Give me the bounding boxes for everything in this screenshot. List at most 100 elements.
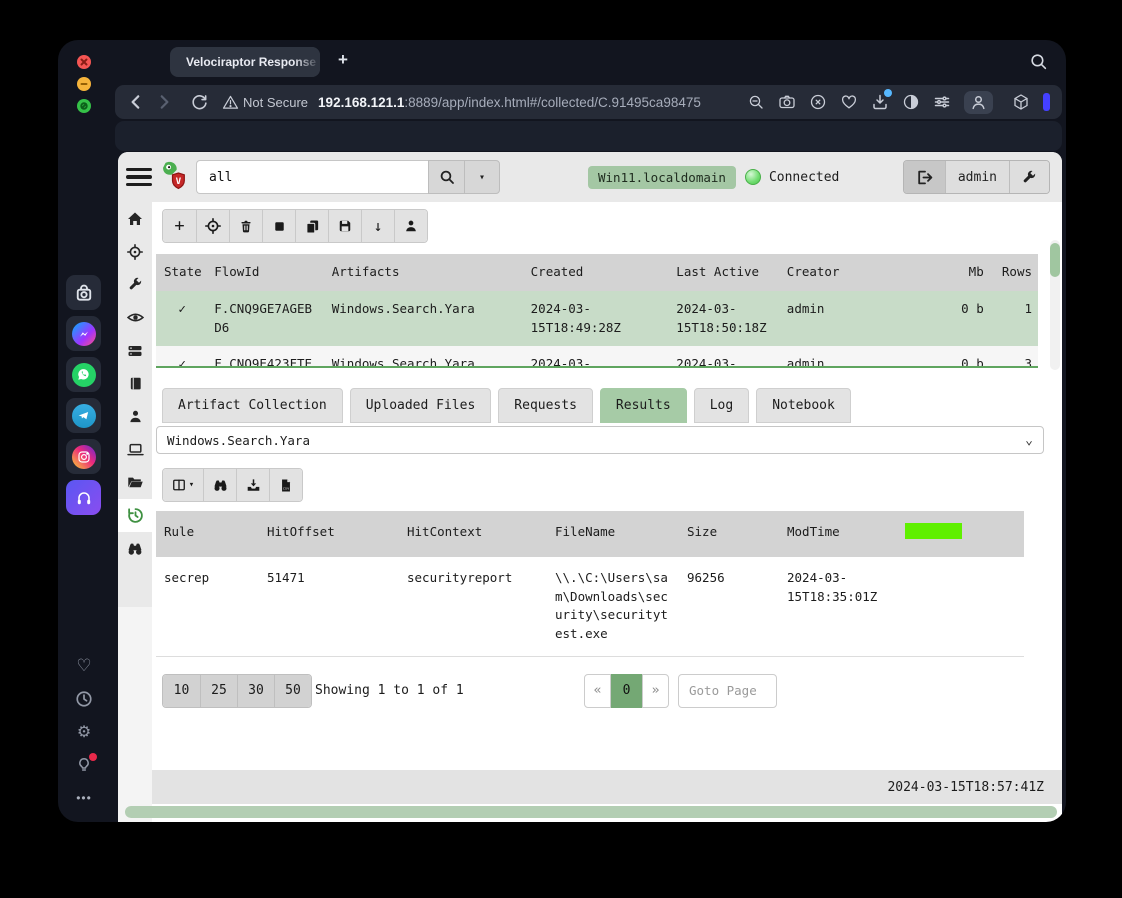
tab-search-icon[interactable] [1029,52,1048,71]
flow-row[interactable]: ✓ F.CNQ9E423FTEJ Windows.Search.Yara 202… [156,346,1038,366]
sidebar-eye-icon[interactable] [118,301,152,334]
extension-cube-icon[interactable] [1012,93,1030,111]
save-button[interactable] [328,210,361,242]
search-dropdown-button[interactable]: ▾ [464,160,500,194]
download-results-button[interactable] [236,469,269,501]
col-modtime: ModTime [779,511,897,557]
user-button[interactable] [394,210,427,242]
logout-button[interactable] [903,161,945,193]
extension-pin-bar[interactable] [1043,93,1050,111]
screenshot-camera-icon[interactable] [778,93,796,111]
flow-toolbar: + ↓ [162,209,428,243]
favorite-heart-icon[interactable] [840,93,858,111]
more-ellipsis-icon[interactable]: ••• [74,788,94,808]
prev-page-button[interactable]: « [584,673,611,708]
sidebar-user-icon[interactable] [118,400,152,433]
whatsapp-icon[interactable] [66,357,101,392]
zoom-icon[interactable] [77,99,91,113]
history-clock-icon[interactable] [74,689,94,709]
results-toolbar: ▾ csv [162,468,303,502]
horizontal-scrollbar[interactable] [125,806,1057,818]
app-store-icon[interactable] [66,275,101,310]
col-artifacts: Artifacts [323,254,523,291]
current-page-button[interactable]: 0 [611,673,642,708]
collapsed-panel [115,121,1062,151]
new-tab-button[interactable]: + [338,50,348,70]
sidebar-host-laptop-icon[interactable] [118,433,152,466]
lightbulb-icon[interactable] [74,753,97,775]
host-badge[interactable]: Win11.localdomain [588,165,736,189]
flow-row-selected[interactable]: ✓ F.CNQ9GE7AGEBD6 Windows.Search.Yara 20… [156,290,1038,347]
user-menu-button[interactable]: admin [944,161,1009,193]
sidebar-server-icon[interactable] [118,334,152,367]
zoom-out-icon[interactable] [747,93,765,111]
instagram-icon[interactable] [66,439,101,474]
columns-button[interactable]: ▾ [163,469,203,501]
browser-tab[interactable]: V Velociraptor Response a [170,47,320,77]
sidebar-home-icon[interactable] [118,202,152,235]
page-size-10[interactable]: 10 [163,674,200,707]
theme-toggle-icon[interactable] [902,93,920,111]
vertical-scrollbar[interactable] [1050,240,1060,370]
csv-export-button[interactable]: csv [269,469,302,501]
page-size-25[interactable]: 25 [200,674,237,707]
col-rule: Rule [156,511,259,557]
client-search-input[interactable] [196,160,428,194]
velociraptor-logo[interactable]: V [160,160,187,194]
tab-log[interactable]: Log [693,388,750,423]
downloads-icon[interactable] [871,89,892,111]
user-settings-wrench-button[interactable] [1009,161,1049,193]
hamburger-menu-icon[interactable] [126,167,152,187]
col-rows: Rows [989,254,1038,291]
showing-label: Showing 1 to 1 of 1 [315,683,464,699]
artifact-select[interactable]: Windows.Search.Yara ⌄ [156,426,1044,454]
page-size-30[interactable]: 30 [237,674,274,707]
sidebar-search-binoculars-icon[interactable] [118,532,152,565]
sidebar-files-folder-icon[interactable] [118,466,152,499]
sidebar-wrench-icon[interactable] [118,268,152,301]
flow-detail-tabs: Artifact Collection Uploaded Files Reque… [162,388,1062,423]
url-text[interactable]: 192.168.121.1:8889/app/index.html#/colle… [318,95,701,110]
next-page-button[interactable]: » [642,673,669,708]
highlight-annotation [905,523,962,539]
url-host: 192.168.121.1 [318,94,405,110]
messenger-icon[interactable] [66,316,101,351]
shield-block-icon[interactable] [809,93,827,111]
binoculars-search-button[interactable] [203,469,236,501]
stop-button[interactable] [262,210,295,242]
hunt-crosshair-button[interactable] [196,210,229,242]
page-size-50[interactable]: 50 [274,674,311,707]
close-icon[interactable] [77,55,91,69]
tab-artifact-collection[interactable]: Artifact Collection [162,388,343,423]
tab-notebook[interactable]: Notebook [756,388,851,423]
download-button[interactable]: ↓ [361,210,394,242]
sliders-icon[interactable] [933,93,951,111]
col-mb: Mb [929,254,990,291]
browser-window: ♡ ⚙ ••• V Velociraptor Response a + Not … [58,40,1066,822]
search-button[interactable] [428,160,464,194]
security-label: Not Secure [243,94,309,110]
minimize-icon[interactable] [77,77,91,91]
scrollbar-thumb[interactable] [1050,243,1060,277]
result-row[interactable]: secrep 51471 securityreport \\.\C:\Users… [156,556,1024,656]
status-footer: 2024-03-15T18:57:41Z [152,770,1062,804]
new-collection-button[interactable]: + [163,210,196,242]
settings-gear-icon[interactable]: ⚙ [74,722,94,742]
goto-page-input[interactable] [678,673,777,708]
flows-table: State FlowId Artifacts Created Last Acti… [156,254,1038,368]
reload-icon[interactable] [191,94,208,111]
tab-results[interactable]: Results [599,388,687,423]
headphones-app-icon[interactable] [66,480,101,515]
telegram-icon[interactable] [66,398,101,433]
forward-icon[interactable] [155,93,173,111]
sidebar-notebook-icon[interactable] [118,367,152,400]
sidebar-collected-history-icon[interactable] [118,499,152,532]
favorites-heart-icon[interactable]: ♡ [74,656,94,676]
sidebar-hunt-crosshair-icon[interactable] [118,235,152,268]
tab-uploaded-files[interactable]: Uploaded Files [349,388,492,423]
tab-requests[interactable]: Requests [498,388,593,423]
copy-button[interactable] [295,210,328,242]
back-icon[interactable] [127,93,145,111]
delete-trash-button[interactable] [229,210,262,242]
profile-icon[interactable] [964,90,993,114]
